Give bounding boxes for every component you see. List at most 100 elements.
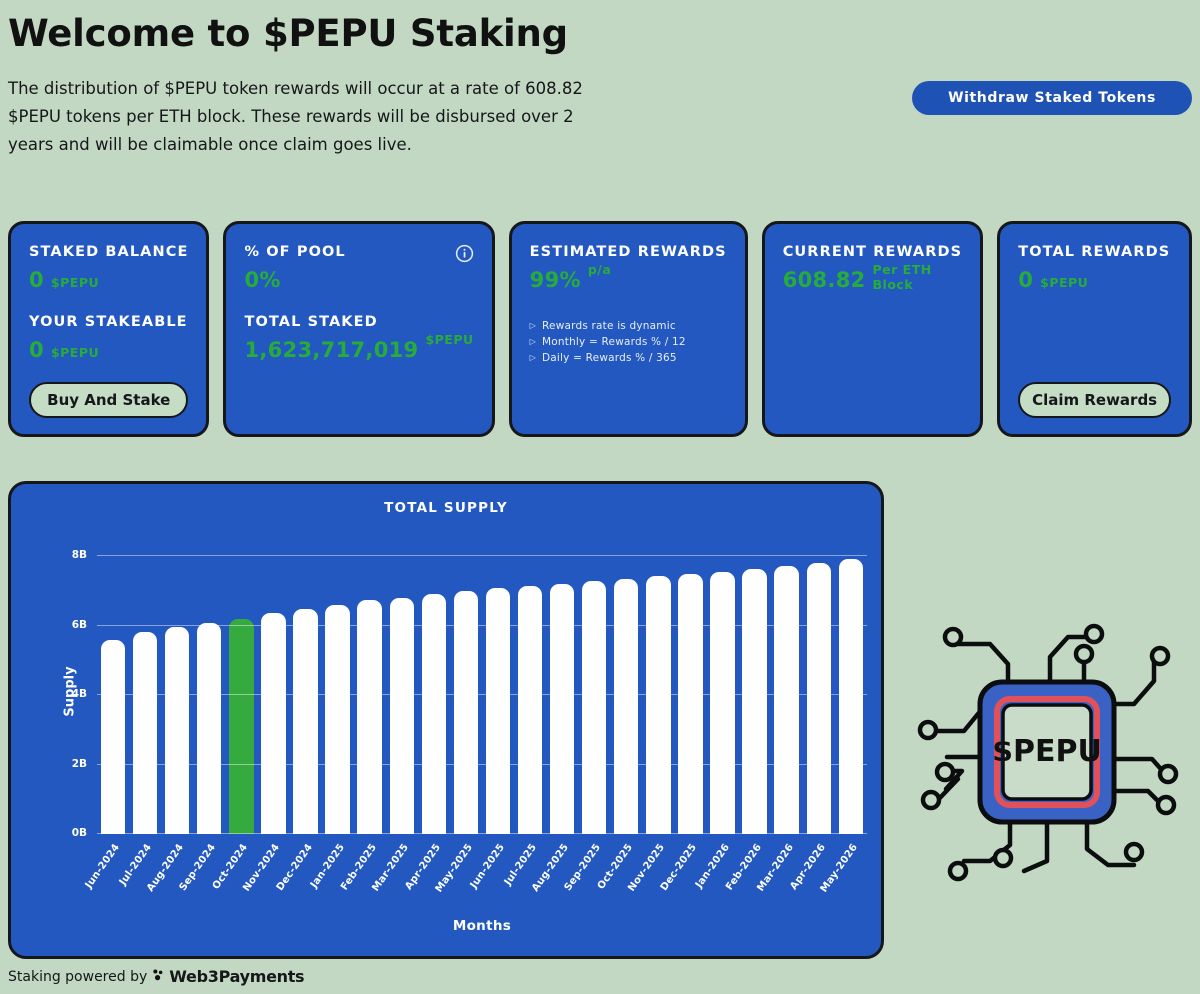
chart-bar-slot[interactable]: Aug-2025 (530, 556, 578, 894)
claim-rewards-button[interactable]: Claim Rewards (1018, 382, 1171, 418)
card-estimated-rewards: ESTIMATED REWARDS 99% p/a ▷ Rewards rate… (508, 221, 748, 437)
chart-bar-slot[interactable]: Jun-2025 (468, 556, 514, 891)
chip-label: $PEPU (992, 734, 1102, 769)
chart-bar[interactable] (806, 562, 831, 834)
estimated-rewards-label: ESTIMATED REWARDS (529, 244, 727, 260)
chart-gridline: 8B (72, 549, 867, 561)
chart-bar[interactable] (453, 591, 479, 834)
triangle-bullet-icon: ▷ (529, 321, 537, 330)
chart-gridline: 6B (72, 619, 867, 631)
chart-bar-slot[interactable]: May-2025 (433, 556, 482, 895)
chart-bar-slot[interactable]: Mar-2026 (755, 556, 803, 894)
staked-balance-unit: $PEPU (50, 275, 100, 290)
chart-bar-slot[interactable]: Apr-2025 (403, 556, 450, 892)
chart-bar-slot[interactable]: Nov-2024 (242, 556, 289, 894)
chart-bar[interactable] (678, 574, 703, 834)
chart-bar-slot[interactable]: Nov-2025 (627, 556, 674, 894)
chart-bar[interactable] (389, 597, 414, 834)
pepu-chip-illustration: $PEPU (902, 609, 1192, 909)
chart-bar-slot[interactable]: Jul-2025 (503, 556, 546, 888)
chart-bar[interactable] (774, 566, 799, 834)
chart-bar-slot[interactable]: May-2026 (818, 556, 867, 895)
stat-card-row: STAKED BALANCE 0 $PEPU YOUR STAKEABLE 0 … (8, 221, 1192, 437)
chart-bar[interactable] (197, 622, 222, 834)
chart-bar[interactable] (742, 569, 767, 834)
staking-dashboard: Welcome to $PEPU Staking The distributio… (0, 0, 1200, 994)
info-icon[interactable] (455, 244, 474, 263)
chart-bar-slot[interactable]: Jan-2025 (308, 556, 354, 890)
total-rewards-value: 0 (1018, 268, 1034, 292)
chart-bar-slot[interactable]: Apr-2026 (788, 556, 835, 892)
buy-and-stake-button[interactable]: Buy And Stake (29, 382, 189, 418)
your-stakeable-label: YOUR STAKEABLE (29, 314, 188, 330)
chart-bar-slot[interactable]: Mar-2025 (370, 556, 418, 894)
chart-bar-slot[interactable]: Feb-2026 (724, 556, 771, 893)
chart-y-tick-label: 4B (71, 688, 87, 700)
estimated-rewards-value: 99% (529, 268, 581, 292)
withdraw-staked-tokens-button[interactable]: Withdraw Staked Tokens (912, 81, 1192, 115)
current-rewards-value-row: 608.82 Per ETH Block (782, 262, 963, 298)
chart-bar[interactable] (261, 613, 286, 834)
chart-bar[interactable] (229, 618, 254, 834)
chart-gridline: 4B (72, 688, 867, 700)
chart-bar[interactable] (132, 631, 158, 834)
total-supply-chart-card: TOTAL SUPPLY Supply Jun-2024 Jul-2024 Aug-… (8, 481, 884, 959)
chart-bar-slot[interactable]: Aug-2024 (145, 556, 193, 894)
footer: Staking powered by Web3Payments (8, 967, 305, 986)
staked-balance-value: 0 (29, 268, 44, 292)
your-stakeable-value-row: 0 $PEPU (29, 338, 188, 362)
chart-bar[interactable] (293, 608, 318, 834)
chart-bar[interactable] (838, 559, 864, 834)
card-current-rewards: CURRENT REWARDS 608.82 Per ETH Block (761, 221, 984, 437)
chart-bar-slot[interactable]: Jun-2024 (83, 556, 129, 891)
chart-bars: Jun-2024 Jul-2024 Aug-2024 Sep-2024 Oct-2024… (83, 556, 867, 895)
chart-bar-slot[interactable]: Oct-2024 (211, 556, 257, 892)
chart-bar-slot[interactable]: Sep-2025 (563, 556, 610, 893)
chart-bar[interactable] (517, 586, 543, 834)
chart-y-tick-label: 6B (71, 618, 87, 631)
chart-bar-slot[interactable]: Feb-2025 (339, 556, 386, 893)
triangle-bullet-icon: ▷ (529, 353, 537, 362)
chart-bar[interactable] (549, 583, 575, 834)
chart-bar-slot[interactable]: Dec-2024 (274, 556, 321, 893)
total-staked-label: TOTAL STAKED (244, 314, 378, 330)
chart-x-axis-label: Months (452, 918, 512, 934)
percent-of-pool-value-row: 0% (244, 268, 473, 292)
chart-y-tick-label: 0B (71, 827, 87, 839)
chart-bar[interactable] (646, 576, 671, 834)
total-staked-value: 1,623,717,019 (244, 338, 419, 362)
chart-bar[interactable] (614, 578, 639, 834)
chart-bar[interactable] (100, 640, 126, 834)
card-spacer (1018, 292, 1171, 382)
chart-bar-slot[interactable]: Jan-2026 (693, 556, 738, 890)
chart-bar[interactable] (421, 594, 446, 834)
chart-bar[interactable] (165, 626, 190, 834)
chart-bar[interactable] (582, 581, 607, 834)
chart-plot-area: Jun-2024 Jul-2024 Aug-2024 Sep-2024 Oct-2024… (72, 549, 867, 895)
chart-bar-slot[interactable]: Sep-2024 (178, 556, 225, 893)
triangle-bullet-icon: ▷ (529, 337, 537, 346)
your-stakeable-unit: $PEPU (50, 345, 100, 360)
chart-and-art-row: TOTAL SUPPLY Supply Jun-2024 Jul-2024 Aug-… (8, 481, 1192, 959)
card-staked-balance: STAKED BALANCE 0 $PEPU YOUR STAKEABLE 0 … (8, 221, 210, 437)
chart-y-tick-label: 8B (71, 549, 87, 561)
current-rewards-value: 608.82 (782, 268, 866, 292)
chart-bar-slot[interactable]: Oct-2025 (596, 556, 642, 892)
estimated-rewards-unit: p/a (587, 262, 612, 277)
chart-bar[interactable] (710, 571, 735, 834)
chart-bar-slot[interactable]: Dec-2025 (659, 556, 706, 893)
list-item: ▷ Rewards rate is dynamic (530, 318, 727, 334)
list-item-label: Rewards rate is dynamic (542, 320, 676, 332)
current-rewards-label: CURRENT REWARDS (782, 244, 963, 260)
chart-bar[interactable] (325, 604, 350, 834)
card-total-rewards: TOTAL REWARDS 0 $PEPU Claim Rewards (997, 221, 1192, 437)
chart-bar-slot[interactable]: Jul-2024 (118, 556, 161, 888)
chart-bar[interactable] (357, 600, 382, 834)
staked-balance-value-row: 0 $PEPU (29, 268, 188, 292)
page-title: Welcome to $PEPU Staking (8, 12, 568, 55)
estimated-rewards-value-row: 99% p/a (529, 262, 727, 292)
chart-gridline: 2B (72, 758, 867, 770)
total-rewards-label: TOTAL REWARDS (1018, 244, 1171, 260)
total-rewards-unit: $PEPU (1040, 275, 1089, 290)
staked-balance-label: STAKED BALANCE (29, 244, 189, 260)
